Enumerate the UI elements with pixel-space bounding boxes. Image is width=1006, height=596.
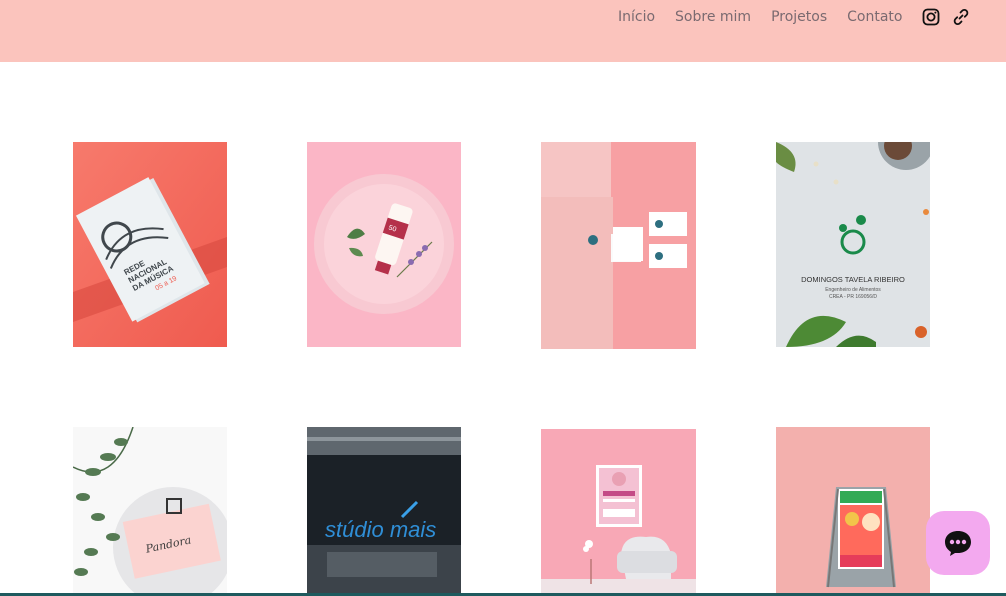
nav-contato[interactable]: Contato [847,8,902,26]
chat-bubble-icon [942,527,974,559]
link-icon[interactable] [952,8,970,26]
site-header: Início Sobre mim Projetos Contato [0,0,1006,62]
portfolio-item-stationery[interactable] [541,142,696,349]
social-links [922,8,970,26]
portfolio-item-poster-room[interactable] [541,429,696,593]
chat-button[interactable] [926,511,990,575]
nav-projetos[interactable]: Projetos [771,8,827,26]
main-nav: Início Sobre mim Projetos Contato [618,8,922,26]
portfolio-item-music-flyer[interactable]: REDE NACIONAL DA MÚSICA 05 a 19 [73,142,227,347]
portfolio-item-studio-sign[interactable]: stúdio mais [307,427,461,593]
engineer-role: Engenheiro de Alimentos [825,287,881,293]
portfolio-item-cosmetic[interactable]: 50 [307,142,461,347]
engineer-name: DOMINGOS TAVELA RIBEIRO [801,275,905,284]
portfolio-item-a-frame-sign[interactable] [776,427,930,593]
nav-inicio[interactable]: Início [618,8,655,26]
nav-sobre-mim[interactable]: Sobre mim [675,8,751,26]
portfolio-item-pandora-card[interactable]: Pandora [73,427,227,593]
studio-sign-text: stúdio mais [325,517,436,542]
engineer-crea: CREA - PR 169056/D [829,294,877,300]
instagram-icon[interactable] [922,8,940,26]
portfolio-item-engineer-card[interactable]: DOMINGOS TAVELA RIBEIRO Engenheiro de Al… [776,142,930,347]
